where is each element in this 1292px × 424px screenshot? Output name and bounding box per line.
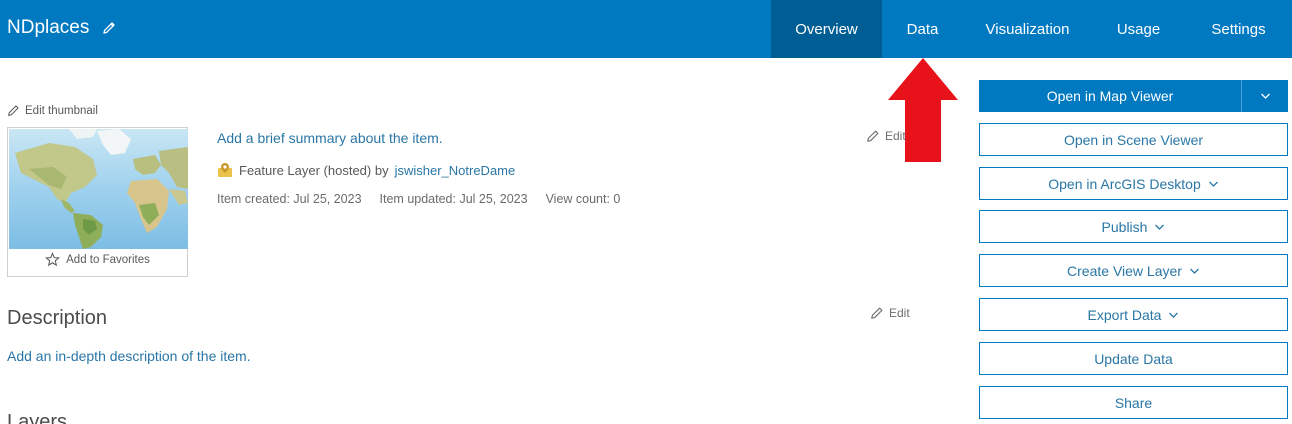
item-type-line: Feature Layer (hosted) by jswisher_Notre… [217, 162, 515, 178]
tab-visualization[interactable]: Visualization [963, 0, 1092, 58]
pencil-icon [8, 105, 19, 116]
share-button[interactable]: Share [979, 386, 1288, 419]
chevron-down-icon [1189, 268, 1199, 274]
map-viewer-dropdown-toggle[interactable] [1242, 80, 1288, 112]
chevron-down-icon [1260, 93, 1270, 99]
edit-summary-label: Edit [885, 129, 906, 143]
edit-thumbnail-link[interactable]: Edit thumbnail [7, 104, 98, 117]
add-description-link[interactable]: Add an in-depth description of the item. [7, 348, 251, 364]
pencil-icon [871, 307, 883, 319]
edit-description-label: Edit [889, 306, 910, 320]
view-count: View count: 0 [545, 192, 621, 206]
create-view-layer-button[interactable]: Create View Layer [979, 254, 1288, 287]
tab-settings[interactable]: Settings [1185, 0, 1292, 58]
item-tabs: Overview Data Visualization Usage Settin… [771, 0, 1292, 58]
export-data-button[interactable]: Export Data [979, 298, 1288, 331]
feature-layer-icon [218, 163, 232, 177]
edit-title-pencil-icon[interactable] [101, 20, 117, 36]
item-title: NDplaces [7, 17, 117, 39]
thumbnail-card: Add to Favorites [7, 127, 188, 277]
update-data-label: Update Data [1094, 350, 1173, 367]
chevron-down-icon [1208, 181, 1218, 187]
tab-overview[interactable]: Overview [771, 0, 882, 58]
add-to-favorites-label: Add to Favorites [66, 253, 150, 266]
create-view-layer-label: Create View Layer [1067, 262, 1182, 279]
open-in-scene-viewer-button[interactable]: Open in Scene Viewer [979, 123, 1288, 156]
tab-data[interactable]: Data [882, 0, 963, 58]
open-in-map-viewer-label[interactable]: Open in Map Viewer [979, 80, 1241, 112]
red-arrow-annotation-icon [888, 58, 958, 162]
share-label: Share [1114, 394, 1153, 411]
pencil-icon [867, 130, 879, 142]
chevron-down-icon [1155, 224, 1165, 230]
add-summary-link[interactable]: Add a brief summary about the item. [217, 130, 443, 146]
tab-usage[interactable]: Usage [1092, 0, 1185, 58]
top-nav-bar: NDplaces Overview Data Visualization Usa… [0, 0, 1292, 58]
owner-link[interactable]: jswisher_NotreDame [395, 163, 516, 178]
edit-thumbnail-label: Edit thumbnail [25, 104, 98, 117]
layers-heading: Layers [7, 411, 68, 424]
chevron-down-icon [1169, 312, 1179, 318]
open-in-arcgis-desktop-button[interactable]: Open in ArcGIS Desktop [979, 167, 1288, 200]
edit-description-link[interactable]: Edit [870, 306, 910, 320]
description-heading: Description [7, 307, 108, 329]
publish-label: Publish [1101, 218, 1148, 235]
open-in-arcgis-desktop-label: Open in ArcGIS Desktop [1048, 175, 1201, 192]
update-data-button[interactable]: Update Data [979, 342, 1288, 375]
publish-button[interactable]: Publish [979, 210, 1288, 243]
open-in-scene-viewer-label: Open in Scene Viewer [1063, 131, 1204, 148]
item-updated: Item updated: Jul 25, 2023 [379, 192, 528, 206]
star-icon [45, 252, 61, 267]
edit-summary-link[interactable]: Edit [866, 129, 906, 143]
export-data-label: Export Data [1087, 306, 1162, 323]
item-created: Item created: Jul 25, 2023 [217, 192, 362, 206]
add-to-favorites-button[interactable]: Add to Favorites [8, 252, 187, 267]
item-title-text: NDplaces [7, 17, 90, 38]
item-type-text: Feature Layer (hosted) by [239, 162, 389, 178]
world-map-thumbnail [9, 129, 188, 249]
open-in-map-viewer-button[interactable]: Open in Map Viewer [979, 80, 1288, 112]
item-metadata: Item created: Jul 25, 2023 Item updated:… [217, 192, 620, 206]
